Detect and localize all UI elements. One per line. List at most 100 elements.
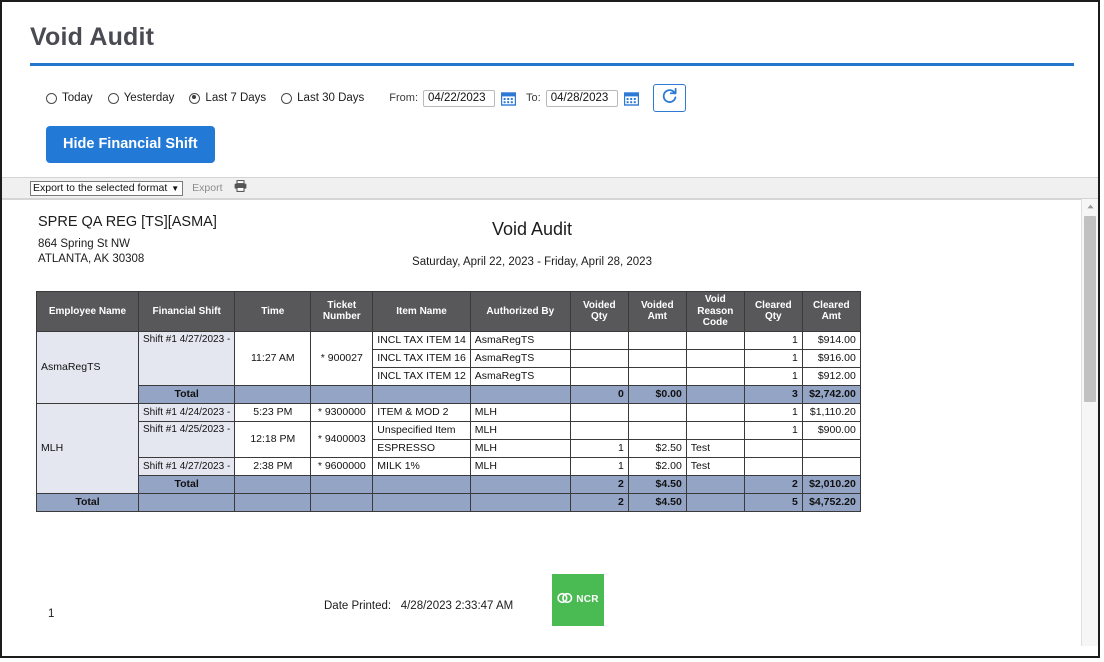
filter-bar: Today Yesterday Last 7 Days Last 30 Days… [2,66,1098,112]
cell-total-time [234,474,312,494]
radio-yesterday-label: Yesterday [123,92,175,104]
from-label: From: [389,92,419,104]
cell-total-time [234,384,312,404]
date-printed: Date Printed: 4/28/2023 2:33:47 AM [324,600,513,612]
radio-option-today[interactable]: Today [46,92,93,104]
cell-grand-time [234,492,312,512]
page-header: Void Audit [2,2,1098,66]
cell-voided-qty [569,366,629,386]
ncr-mark-icon [557,591,574,609]
table-row: Shift #1 4/27/2023 - 2:38 PM * 9600000 M… [37,456,861,476]
store-address-line-2: ATLANTA, AK 30308 [38,253,145,266]
to-calendar-icon[interactable] [623,91,639,106]
cell-cleared-amt: $1,110.20 [801,402,861,422]
cell-cleared-amt: $914.00 [801,330,861,350]
cell-time: 5:23 PM [234,402,312,422]
cell-cleared-amt [801,438,861,458]
scroll-up-icon[interactable] [1082,199,1098,214]
radio-last-30-days-label: Last 30 Days [297,92,365,104]
printer-icon[interactable] [234,179,247,197]
cell-voided-amt [627,402,687,422]
cell-void-reason-code [685,420,745,440]
cell-grand-ticket [310,492,374,512]
cell-employee-name: AsmaRegTS [36,330,139,404]
cell-voided-qty [569,348,629,368]
cell-voided-amt [627,366,687,386]
cell-cleared-amt: $900.00 [801,420,861,440]
radio-today-icon[interactable] [46,92,57,104]
cell-cleared-qty: 1 [743,330,803,350]
cell-time: 12:18 PM [234,420,312,458]
date-printed-label: Date Printed: [324,599,392,612]
store-name: SPRE QA REG [TS][ASMA] [38,214,217,230]
cell-grand-voided-amt: $4.50 [627,492,687,512]
cell-total-authorized [469,474,571,494]
radio-option-yesterday[interactable]: Yesterday [107,92,175,104]
radio-option-last-30-days[interactable]: Last 30 Days [281,92,364,104]
cell-voided-amt [627,330,687,350]
cell-cleared-qty [743,438,803,458]
export-toolbar: Export to the selected format ▼ Export [2,177,1098,199]
cell-total-cleared-amt: $2,010.20 [801,474,861,494]
column-header-time: Time [234,291,312,332]
radio-today-label: Today [62,92,93,104]
cell-cleared-amt [801,456,861,476]
report-date-range: Saturday, April 22, 2023 - Friday, April… [412,256,652,268]
cell-total-voided-qty: 2 [569,474,629,494]
to-date-input[interactable] [545,89,618,107]
cell-grand-total-label: Total [36,492,139,512]
cell-cleared-qty [743,456,803,476]
scrollbar-thumb[interactable] [1084,216,1096,402]
cell-total-item [372,474,471,494]
store-address-line-1: 864 Spring St NW [38,238,131,251]
refresh-button[interactable] [652,84,686,112]
radio-option-last-7-days[interactable]: Last 7 Days [189,92,266,104]
cell-ticket-number: * 900027 [310,330,374,386]
report-vertical-scrollbar[interactable] [1081,199,1098,646]
cell-total-voided-amt: $0.00 [627,384,687,404]
cell-cleared-amt: $912.00 [801,366,861,386]
ncr-logo: NCR [552,573,604,626]
page-number: 1 [48,607,55,620]
report-viewport: SPRE QA REG [TS][ASMA] 864 Spring St NW … [2,199,1098,646]
export-format-select[interactable]: Export to the selected format ▼ [30,180,184,196]
cell-financial-shift: Shift #1 4/24/2023 - [137,402,236,422]
cell-total-cleared-amt: $2,742.00 [801,384,861,404]
cell-item-name: INCL TAX ITEM 14 [372,330,471,350]
grand-total-row: Total 2 $4.50 5 $4,752.20 [36,492,861,512]
cell-authorized-by: MLH [469,420,571,440]
export-link[interactable]: Export [192,182,222,194]
date-printed-value: 4/28/2023 2:33:47 AM [400,599,514,612]
cell-voided-qty: 1 [569,438,629,458]
cell-time: 2:38 PM [234,456,312,476]
radio-yesterday-icon[interactable] [107,92,119,104]
table-header-row: Employee Name Financial Shift Time Ticke… [36,291,861,332]
report-footer: 1 Date Printed: 4/28/2023 2:33:47 AM NCR [2,573,1098,644]
cell-cleared-qty: 1 [743,366,803,386]
table-row: Shift #1 4/25/2023 - 12:18 PM * 9400003 … [37,420,861,458]
from-date-input[interactable] [423,89,496,107]
from-calendar-icon[interactable] [500,91,517,106]
cell-ticket-number: * 9600000 [310,456,374,476]
cell-authorized-by: AsmaRegTS [469,348,571,368]
refresh-icon [661,87,678,108]
hide-financial-shift-button[interactable]: Hide Financial Shift [46,126,215,163]
cell-time: 11:27 AM [234,330,312,386]
cell-cleared-amt: $916.00 [801,348,861,368]
column-header-cleared-qty: Cleared Qty [743,291,803,332]
cell-total-voided-qty: 0 [569,384,629,404]
column-header-cleared-amt: Cleared Amt [801,291,861,332]
cell-void-reason-code [685,366,745,386]
radio-last-7-days-icon[interactable] [189,92,201,104]
cell-grand-void-reason [685,492,745,512]
radio-last-30-days-icon[interactable] [281,92,293,104]
report-title: Void Audit [491,219,573,239]
cell-authorized-by: AsmaRegTS [469,330,571,350]
cell-item-name: ESPRESSO [372,438,471,458]
cell-ticket-number: * 9300000 [310,402,374,422]
cell-total-ticket [310,474,374,494]
cell-cleared-qty: 1 [743,348,803,368]
cell-void-reason-code: Test [685,438,745,458]
cell-item-name: ITEM & MOD 2 [372,402,471,422]
cell-voided-qty: 1 [569,456,629,476]
